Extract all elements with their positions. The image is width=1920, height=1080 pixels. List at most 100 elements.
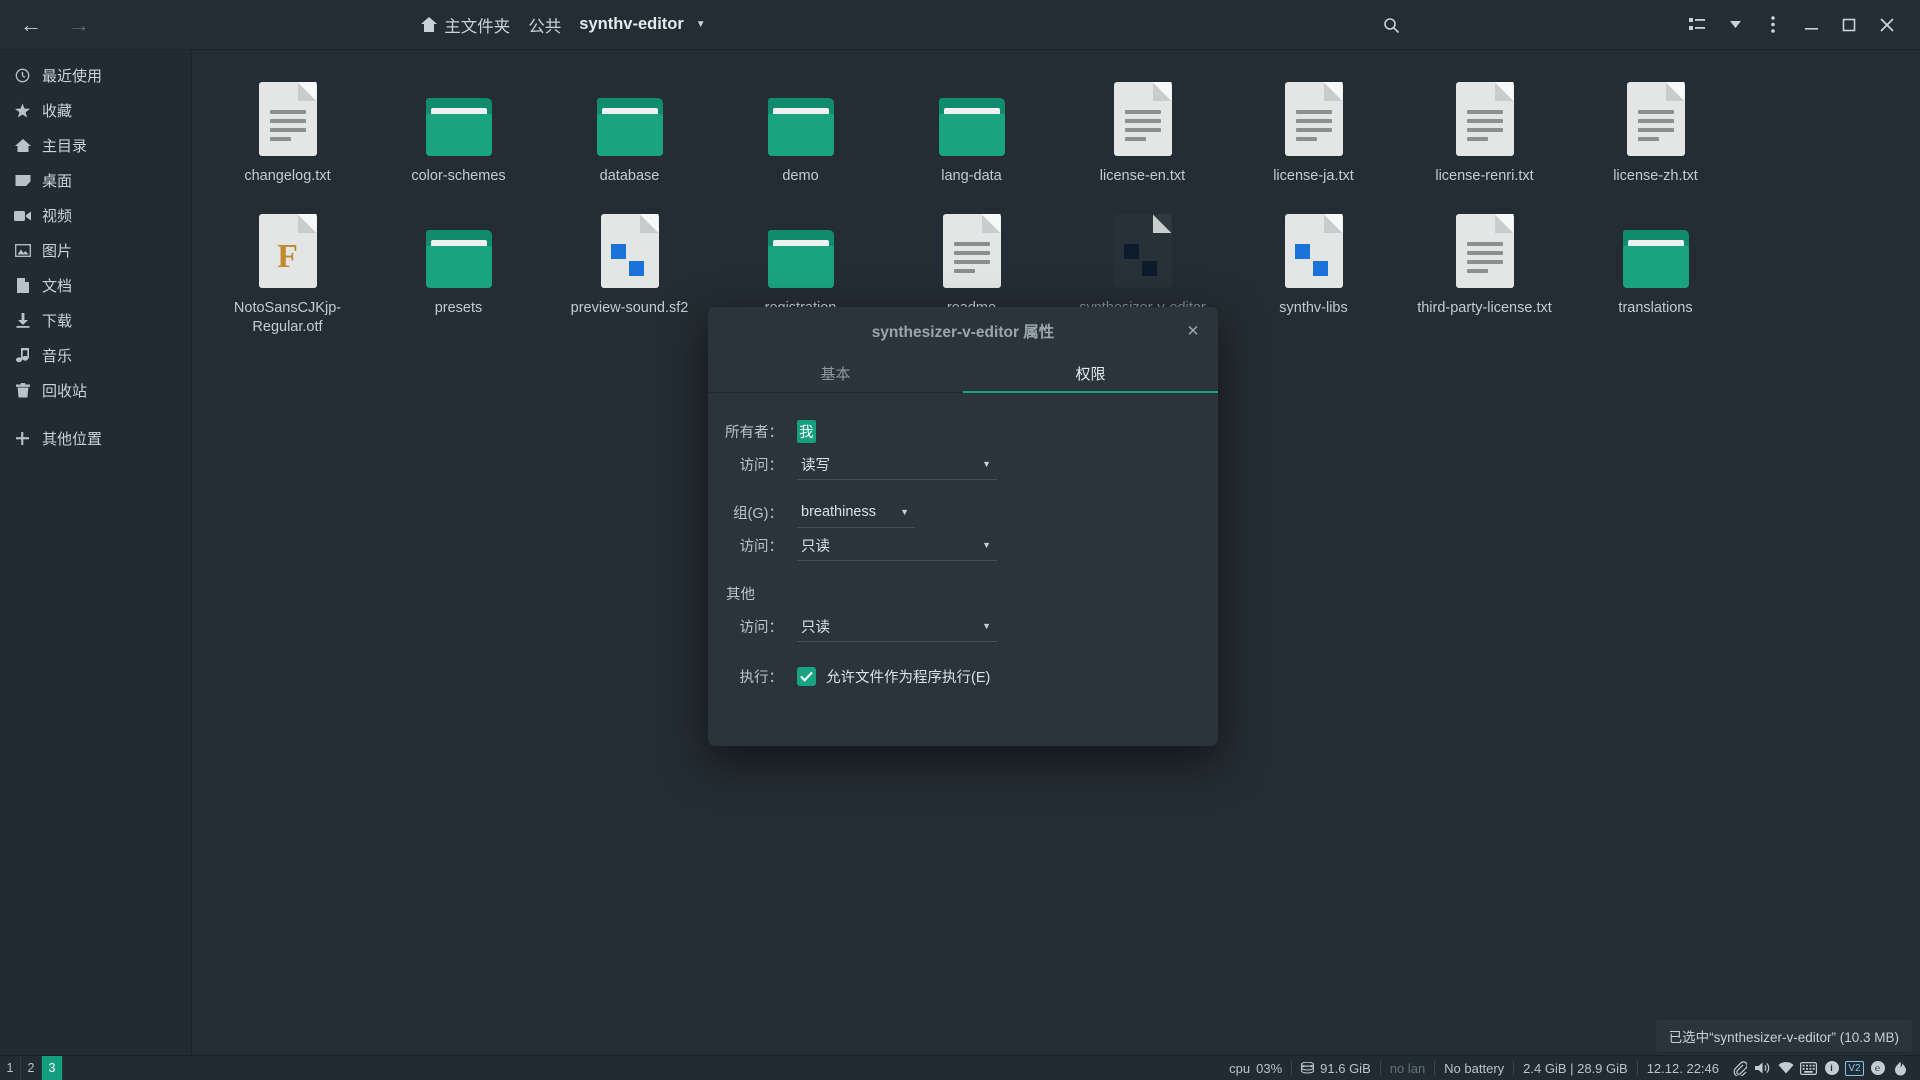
main-menu-button[interactable]: [1754, 6, 1792, 44]
sidebar-item-label: 回收站: [42, 380, 87, 401]
volume-icon[interactable]: [1751, 1056, 1774, 1080]
tab-basic[interactable]: 基本: [708, 355, 963, 392]
sidebar-item-label: 桌面: [42, 170, 72, 191]
battery-indicator[interactable]: No battery: [1435, 1061, 1513, 1076]
file-icon-wrap: [601, 202, 659, 288]
file-name-label: presets: [435, 299, 483, 318]
sidebar-item-recent[interactable]: 最近使用: [0, 58, 191, 93]
back-arrow-icon[interactable]: ←: [20, 14, 42, 36]
disk-value: 91.6 GiB: [1320, 1061, 1371, 1076]
clock-indicator[interactable]: 12.12. 22:46: [1638, 1061, 1728, 1076]
view-mode-button[interactable]: [1678, 6, 1716, 44]
file-item[interactable]: preview-sound.sf2: [544, 196, 715, 347]
file-icon-wrap: [426, 70, 492, 156]
v2-indicator-icon[interactable]: V2: [1843, 1056, 1866, 1080]
file-item[interactable]: presets: [373, 196, 544, 347]
maximize-button[interactable]: [1830, 6, 1868, 44]
sidebar-item-videos[interactable]: 视频: [0, 198, 191, 233]
file-item[interactable]: lang-data: [886, 64, 1057, 196]
others-label: 其他: [722, 583, 769, 604]
workspace-button-2[interactable]: 2: [21, 1056, 42, 1080]
chevron-down-icon: ▼: [982, 621, 991, 631]
view-mode-caret-button[interactable]: [1716, 6, 1754, 44]
breadcrumb-item-public[interactable]: 公共: [519, 10, 570, 40]
file-icon-wrap: [943, 202, 1001, 288]
search-button[interactable]: [1372, 6, 1410, 44]
document-icon: [14, 277, 31, 294]
network-indicator[interactable]: no lan: [1381, 1061, 1434, 1076]
file-item[interactable]: translations: [1570, 196, 1741, 347]
breadcrumb-item-current[interactable]: synthv-editor ▼: [570, 12, 714, 37]
file-item[interactable]: database: [544, 64, 715, 196]
desktop-icon: [14, 172, 31, 189]
file-name-label: synthv-libs: [1279, 299, 1348, 318]
tab-permissions[interactable]: 权限: [963, 355, 1218, 392]
file-name-label: demo: [782, 167, 818, 186]
execute-checkbox[interactable]: [797, 667, 816, 686]
file-item[interactable]: FNotoSansCJKjp-Regular.otf: [202, 196, 373, 347]
taskbar: 1 2 3 cpu 03% 91.6 GiB no lan: [0, 1055, 1920, 1080]
file-item[interactable]: third-party-license.txt: [1399, 196, 1570, 347]
owner-value: 我: [797, 420, 816, 443]
close-button[interactable]: [1868, 6, 1906, 44]
chevron-down-icon: ▼: [696, 19, 706, 30]
file-item[interactable]: license-zh.txt: [1570, 64, 1741, 196]
group-access-select[interactable]: 只读 ▼: [797, 531, 997, 561]
sidebar-item-pictures[interactable]: 图片: [0, 233, 191, 268]
dialog-tabs: 基本 权限: [708, 355, 1218, 393]
breadcrumb: 主文件夹 公共 synthv-editor ▼: [192, 10, 935, 40]
file-item[interactable]: synthv-libs: [1228, 196, 1399, 347]
sidebar-item-music[interactable]: 音乐: [0, 338, 191, 373]
sidebar-item-desktop[interactable]: 桌面: [0, 163, 191, 198]
file-icon-wrap: [939, 70, 1005, 156]
file-item[interactable]: license-ja.txt: [1228, 64, 1399, 196]
workspace-button-1[interactable]: 1: [0, 1056, 21, 1080]
breadcrumb-item-home[interactable]: 主文件夹: [412, 10, 519, 40]
paperclip-icon[interactable]: [1728, 1056, 1751, 1080]
system-tray: cpu 03% 91.6 GiB no lan No battery: [1220, 1056, 1920, 1080]
text-file-icon: [1456, 214, 1514, 288]
sidebar-item-home[interactable]: 主目录: [0, 128, 191, 163]
sidebar-item-starred[interactable]: 收藏: [0, 93, 191, 128]
info-icon[interactable]: i: [1820, 1056, 1843, 1080]
file-grid: changelog.txt color-schemesdatabase demo la…: [202, 64, 1910, 347]
file-item[interactable]: changelog.txt: [202, 64, 373, 196]
file-item[interactable]: color-schemes: [373, 64, 544, 196]
file-item[interactable]: license-renri.txt: [1399, 64, 1570, 196]
owner-label: 所有者：: [722, 421, 797, 442]
sidebar-item-downloads[interactable]: 下载: [0, 303, 191, 338]
dialog-title: synthesizer-v-editor 属性: [872, 320, 1055, 342]
dialog-close-button[interactable]: ✕: [1182, 321, 1204, 343]
flame-icon[interactable]: [1889, 1056, 1912, 1080]
keyboard-icon[interactable]: [1797, 1056, 1820, 1080]
file-item[interactable]: demo: [715, 64, 886, 196]
others-access-select[interactable]: 只读 ▼: [797, 612, 997, 642]
owner-access-select[interactable]: 读写 ▼: [797, 450, 997, 480]
file-item[interactable]: license-en.txt: [1057, 64, 1228, 196]
wifi-icon[interactable]: [1774, 1056, 1797, 1080]
file-icon-wrap: [768, 202, 834, 288]
status-badge: 已选中“synthesizer-v-editor” (10.3 MB): [1656, 1020, 1912, 1052]
disk-indicator[interactable]: 91.6 GiB: [1292, 1061, 1380, 1076]
file-icon-wrap: [1114, 70, 1172, 156]
owner-access-value: 读写: [801, 454, 830, 475]
chevron-down-icon: ▼: [900, 507, 909, 517]
file-name-label: license-renri.txt: [1435, 167, 1533, 186]
minimize-button[interactable]: [1792, 6, 1830, 44]
workspace-switcher: 1 2 3: [0, 1056, 63, 1080]
cpu-indicator[interactable]: cpu 03%: [1220, 1061, 1291, 1076]
forward-arrow-icon[interactable]: →: [68, 14, 90, 36]
others-access-value: 只读: [801, 616, 830, 637]
file-icon-wrap: [426, 202, 492, 288]
clock-icon: [14, 67, 31, 84]
euro-circle-icon[interactable]: ℮: [1866, 1056, 1889, 1080]
file-name-label: changelog.txt: [244, 167, 330, 186]
workspace-button-3[interactable]: 3: [42, 1056, 63, 1080]
memory-indicator[interactable]: 2.4 GiB | 28.9 GiB: [1514, 1061, 1637, 1076]
group-select[interactable]: breathiness ▼: [797, 498, 915, 528]
sidebar-item-other-locations[interactable]: 其他位置: [0, 421, 191, 456]
folder-icon: [1623, 230, 1689, 288]
sidebar-item-trash[interactable]: 回收站: [0, 373, 191, 408]
sidebar-item-documents[interactable]: 文档: [0, 268, 191, 303]
text-file-icon: [259, 82, 317, 156]
